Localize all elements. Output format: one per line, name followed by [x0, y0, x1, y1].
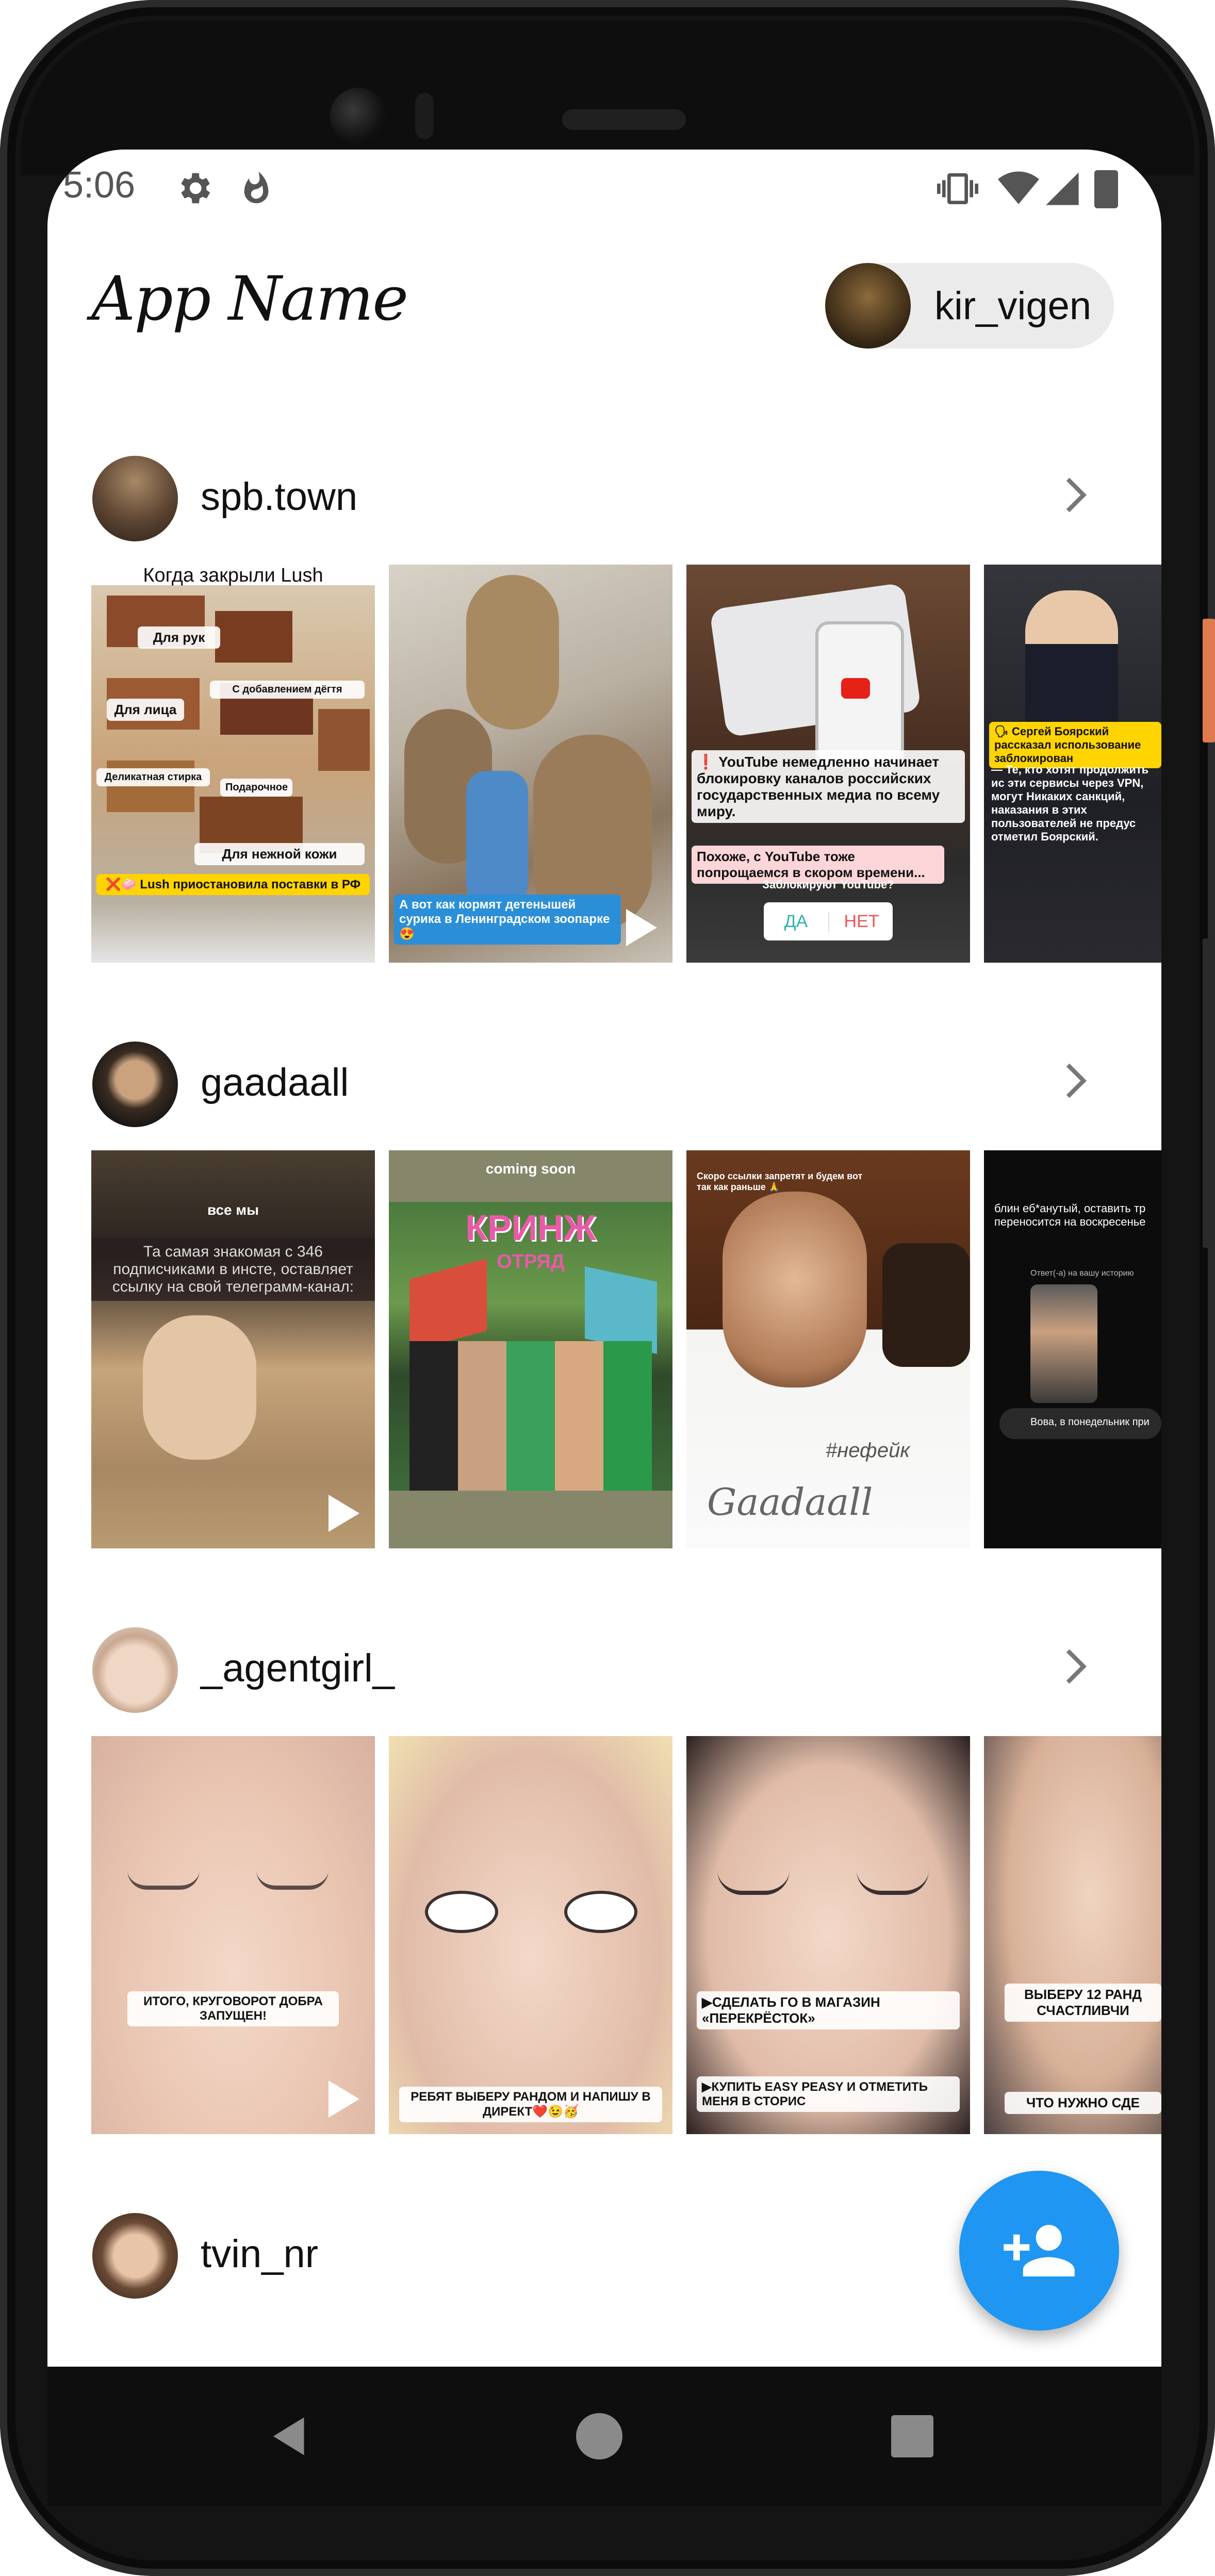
story-label: Подарочное: [220, 779, 292, 797]
poll-no-option[interactable]: НЕТ: [828, 912, 894, 932]
story-tile[interactable]: Когда закрыли Lush Для рук Для лица С до…: [91, 565, 375, 963]
story-bottom-text: А вот как кормят детенышей сурика в Лени…: [394, 895, 621, 945]
story-bottom-text: ЧТО НУЖНО СДЕ: [1005, 2092, 1161, 2114]
story-top-text: coming soon: [485, 1161, 576, 1177]
add-person-fab[interactable]: [959, 2171, 1119, 2331]
username: kir_vigen: [934, 284, 1092, 328]
story-label: Деликатная стирка: [96, 768, 210, 786]
story-text: Та самая знакомая с 346 подписчиками в и…: [91, 1238, 375, 1301]
story-tile[interactable]: Скоро ссылки запретят и будем вот так ка…: [686, 1150, 970, 1548]
avatar: [92, 456, 178, 541]
status-time: 5:06: [63, 164, 136, 206]
story-top-text: ▶СДЕЛАТЬ ГО В МАГАЗИН «ПЕРЕКРЁСТОК»: [697, 1991, 960, 2029]
story-label: Для рук: [138, 626, 220, 649]
feed-username: spb.town: [201, 475, 358, 519]
poll-question: Заблокируют YouTube?: [762, 878, 894, 891]
fire-icon: [244, 171, 269, 204]
story-text: 🗣 Сергей Боярский рассказал использовани…: [989, 722, 1161, 768]
settings-gear-icon: [181, 173, 210, 204]
story-tile[interactable]: блин еб*анутый, оставить тр переносится …: [984, 1150, 1161, 1548]
play-icon: [626, 909, 657, 946]
story-title: КРИНЖ: [465, 1208, 596, 1248]
volume-button: [1203, 938, 1215, 1248]
story-top-text: Когда закрыли Lush: [143, 565, 323, 586]
story-tile[interactable]: РЕБЯТ ВЫБЕРУ РАНДОМ И НАПИШУ В ДИРЕКТ❤️😉…: [389, 1736, 672, 2134]
story-label: Для лица: [107, 699, 184, 721]
person-add-icon: [1004, 2225, 1075, 2276]
reply-label: Ответ(-а) на вашу историю: [1030, 1269, 1134, 1278]
story-tile[interactable]: ▶СДЕЛАТЬ ГО В МАГАЗИН «ПЕРЕКРЁСТОК» ▶КУП…: [686, 1736, 970, 2134]
story-strip: Когда закрыли Lush Для рук Для лица С до…: [91, 565, 1161, 963]
story-text: ❗ YouTube немедленно начинает блокировку…: [692, 750, 965, 823]
story-text: блин еб*анутый, оставить тр переносится …: [994, 1202, 1146, 1228]
reply-message: Вова, в понедельник при: [999, 1408, 1161, 1439]
poll-widget: ДА НЕТ: [764, 902, 893, 940]
app-title: App Name: [91, 263, 408, 334]
story-top-text: ВЫБЕРУ 12 РАНД СЧАСТЛИВЧИ: [1005, 1984, 1161, 2022]
story-bottom-text: ИТОГО, КРУГОВОРОТ ДОБРА ЗАПУЩЕН!: [127, 1991, 339, 2026]
feed-username: gaadaall: [201, 1061, 349, 1104]
user-chip[interactable]: kir_vigen: [825, 263, 1114, 349]
app-screen: 5:06 App Name kir_vigen spb.town Когда з…: [47, 150, 1161, 2367]
chevron-right-icon[interactable]: [1048, 469, 1099, 521]
story-bottom-text: РЕБЯТ ВЫБЕРУ РАНДОМ И НАПИШУ В ДИРЕКТ❤️😉…: [399, 2087, 662, 2122]
story-tile[interactable]: А вот как кормят детенышей сурика в Лени…: [389, 565, 672, 963]
wifi-icon: [998, 171, 1039, 204]
story-strip: ИТОГО, КРУГОВОРОТ ДОБРА ЗАПУЩЕН! РЕБЯТ В…: [91, 1736, 1161, 2134]
story-label: Для нежной кожи: [194, 843, 365, 865]
story-strip: все мы Та самая знакомая с 346 подписчик…: [91, 1150, 1161, 1548]
play-icon: [329, 1495, 359, 1532]
story-top-text: все мы: [207, 1202, 259, 1218]
story-signature: Gaadaall: [707, 1480, 873, 1524]
system-nav-bar: [47, 2367, 1161, 2506]
vibrate-icon: [937, 173, 978, 204]
status-bar: 5:06: [47, 150, 1161, 222]
play-icon: [329, 2080, 359, 2118]
story-label: С добавлением дёгтя: [210, 681, 365, 699]
story-subtext: — Те, кто хотят продолжить ис эти сервис…: [991, 763, 1149, 843]
chevron-right-icon[interactable]: [1048, 1641, 1099, 1692]
story-tile[interactable]: coming soon КРИНЖ ОТРЯД: [389, 1150, 672, 1548]
avatar: [92, 1627, 178, 1713]
feed-header-spb-town[interactable]: spb.town: [47, 443, 1161, 547]
avatar: [92, 1042, 178, 1127]
story-tile[interactable]: 🗣 Сергей Боярский рассказал использовани…: [984, 565, 1161, 963]
avatar: [825, 263, 911, 349]
cell-signal-icon: [1046, 172, 1079, 205]
back-icon[interactable]: [261, 2408, 318, 2465]
poll-yes-option[interactable]: ДА: [764, 912, 828, 932]
front-camera-icon: [330, 88, 387, 144]
story-subtitle: ОТРЯД: [497, 1251, 565, 1273]
story-tile[interactable]: ВЫБЕРУ 12 РАНД СЧАСТЛИВЧИ ЧТО НУЖНО СДЕ: [984, 1736, 1161, 2134]
story-hashtag: #нефейк: [826, 1439, 910, 1462]
story-top-text: Скоро ссылки запретят и будем вот так ка…: [697, 1171, 863, 1192]
recents-icon[interactable]: [891, 2415, 933, 2457]
battery-icon: [1094, 170, 1118, 208]
sensor-icon: [415, 93, 434, 139]
feed-header-gaadaall[interactable]: gaadaall: [47, 1029, 1161, 1132]
chevron-right-icon[interactable]: [1048, 1055, 1099, 1107]
power-button: [1203, 619, 1215, 742]
avatar: [92, 2213, 178, 2299]
earpiece-speaker: [562, 109, 686, 130]
feed-header-agentgirl[interactable]: _agentgirl_: [47, 1615, 1161, 1718]
story-tile[interactable]: ❗ YouTube немедленно начинает блокировку…: [686, 565, 970, 963]
story-bottom-text: ▶КУПИТЬ EASY PEASY И ОТМЕТИТЬ МЕНЯ В СТО…: [697, 2076, 960, 2112]
story-tile[interactable]: все мы Та самая знакомая с 346 подписчик…: [91, 1150, 375, 1548]
home-icon[interactable]: [576, 2413, 622, 2459]
story-tile[interactable]: ИТОГО, КРУГОВОРОТ ДОБРА ЗАПУЩЕН!: [91, 1736, 375, 2134]
feed-username: _agentgirl_: [201, 1646, 395, 1690]
feed-username: tvin_nr: [201, 2232, 319, 2276]
story-bottom-text: ❌🧼 Lush приостановила поставки в РФ: [96, 874, 370, 895]
